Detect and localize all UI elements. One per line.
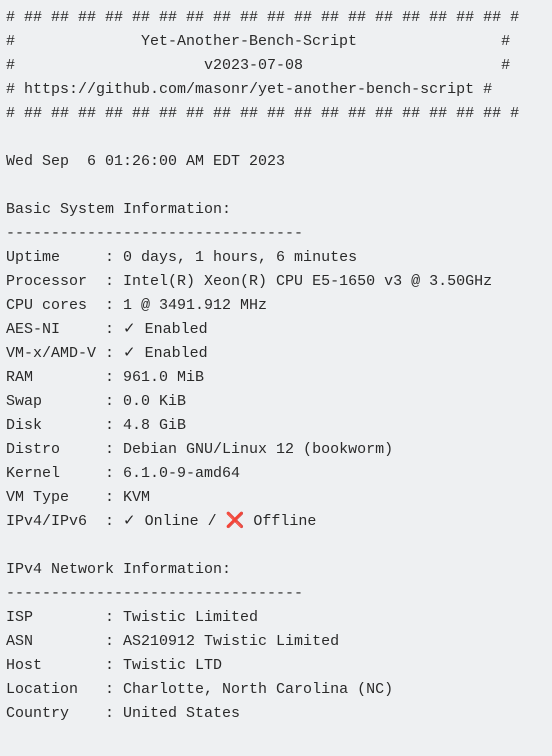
asn-value: AS210912 Twistic Limited (114, 633, 339, 650)
ipv4-info-divider: --------------------------------- (6, 585, 303, 602)
isp-label: ISP : (6, 609, 114, 626)
isp-value: Twistic Limited (114, 609, 258, 626)
ram-label: RAM : (6, 369, 114, 386)
timestamp: Wed Sep 6 01:26:00 AM EDT 2023 (6, 153, 285, 170)
basic-info-divider: --------------------------------- (6, 225, 303, 242)
country-label: Country : (6, 705, 114, 722)
aes-ni-label: AES-NI : (6, 321, 114, 338)
vmx-value: ✓ Enabled (114, 345, 208, 362)
uptime-label: Uptime : (6, 249, 114, 266)
ipv4-status: Online / (145, 513, 226, 530)
ipv4-info-heading: IPv4 Network Information: (6, 561, 231, 578)
host-value: Twistic LTD (114, 657, 222, 674)
cpu-cores-label: CPU cores : (6, 297, 114, 314)
ipv-label: IPv4/IPv6 : (6, 513, 114, 530)
processor-value: Intel(R) Xeon(R) CPU E5-1650 v3 @ 3.50GH… (114, 273, 492, 290)
ram-value: 961.0 MiB (114, 369, 204, 386)
header-url: # https://github.com/masonr/yet-another-… (6, 81, 492, 98)
basic-info-heading: Basic System Information: (6, 201, 231, 218)
swap-value: 0.0 KiB (114, 393, 186, 410)
ipv6-cross-icon: ❌ (226, 513, 254, 530)
distro-value: Debian GNU/Linux 12 (bookworm) (114, 441, 393, 458)
vm-type-value: KVM (114, 489, 150, 506)
header-border-bottom: # ## ## ## ## ## ## ## ## ## ## ## ## ##… (6, 105, 519, 122)
vm-type-label: VM Type : (6, 489, 114, 506)
header-border-top: # ## ## ## ## ## ## ## ## ## ## ## ## ##… (6, 9, 519, 26)
distro-label: Distro : (6, 441, 114, 458)
swap-label: Swap : (6, 393, 114, 410)
country-value: United States (114, 705, 240, 722)
cpu-cores-value: 1 @ 3491.912 MHz (114, 297, 267, 314)
header-title: # Yet-Another-Bench-Script # (6, 33, 510, 50)
ipv6-status: Offline (253, 513, 316, 530)
ipv4-check-icon: ✓ (114, 513, 145, 530)
kernel-value: 6.1.0-9-amd64 (114, 465, 240, 482)
kernel-label: Kernel : (6, 465, 114, 482)
host-label: Host : (6, 657, 114, 674)
disk-label: Disk : (6, 417, 114, 434)
location-value: Charlotte, North Carolina (NC) (114, 681, 393, 698)
aes-ni-value: ✓ Enabled (114, 321, 208, 338)
asn-label: ASN : (6, 633, 114, 650)
disk-value: 4.8 GiB (114, 417, 186, 434)
terminal-output: # ## ## ## ## ## ## ## ## ## ## ## ## ##… (6, 6, 546, 726)
vmx-label: VM-x/AMD-V : (6, 345, 114, 362)
header-version: # v2023-07-08 # (6, 57, 510, 74)
location-label: Location : (6, 681, 114, 698)
uptime-value: 0 days, 1 hours, 6 minutes (114, 249, 357, 266)
processor-label: Processor : (6, 273, 114, 290)
